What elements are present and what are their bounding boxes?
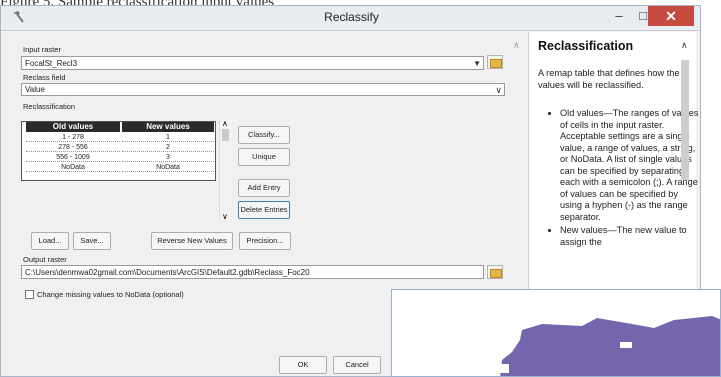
input-raster-field[interactable]: FocalSt_Recl3 ▼ <box>21 56 484 70</box>
delete-entries-button[interactable]: Delete Entries <box>238 201 290 219</box>
precision-button[interactable]: Precision... <box>239 232 291 250</box>
reclass-field-label: Reclass field <box>23 73 66 82</box>
save-button[interactable]: Save... <box>73 232 111 250</box>
missing-values-checkbox[interactable] <box>25 290 34 299</box>
input-raster-value: FocalSt_Recl3 <box>25 59 78 68</box>
table-cell-new[interactable]: NoData <box>122 163 214 172</box>
ok-button[interactable]: OK <box>279 356 327 374</box>
help-intro: A remap table that defines how the value… <box>538 68 680 90</box>
unique-button[interactable]: Unique <box>238 148 290 166</box>
table-cell-new[interactable]: 1 <box>122 133 214 142</box>
reverse-new-values-button[interactable]: Reverse New Values <box>151 232 233 250</box>
column-header-new: New values <box>122 122 214 132</box>
table-cell-old[interactable]: 1 - 278 <box>26 133 120 142</box>
output-raster-label: Output raster <box>23 255 67 264</box>
minimize-icon: – <box>615 8 623 23</box>
table-cell-old[interactable]: 278 - 556 <box>26 143 120 152</box>
chevron-up-icon[interactable]: ∧ <box>513 40 520 51</box>
output-raster-value: C:\Users\denmwa02gmail.com\Documents\Arc… <box>25 268 310 277</box>
input-raster-label: Input raster <box>23 45 61 54</box>
reclass-field-select[interactable]: Value ∨ <box>21 83 505 96</box>
chevron-down-icon[interactable]: ▼ <box>473 57 481 69</box>
chevron-down-icon[interactable]: ∨ <box>495 84 502 95</box>
column-header-old: Old values <box>26 122 120 132</box>
classify-button[interactable]: Classify... <box>238 126 290 144</box>
folder-icon <box>490 59 502 68</box>
reclass-field-value: Value <box>25 85 45 94</box>
table-cell-new[interactable]: 3 <box>122 153 214 162</box>
table-cell-old[interactable]: 556 - 1009 <box>26 153 120 162</box>
title-bar[interactable]: Reclassify – □ ✕ <box>1 6 700 31</box>
table-cell-old[interactable]: NoData <box>26 163 120 172</box>
reclassification-table[interactable]: Old values New values 1 - 278 1 278 - 55… <box>21 121 216 181</box>
output-raster-field[interactable]: C:\Users\denmwa02gmail.com\Documents\Arc… <box>21 265 484 279</box>
cancel-button[interactable]: Cancel <box>333 356 381 374</box>
help-title: Reclassification <box>538 39 634 53</box>
input-raster-browse-button[interactable] <box>487 55 503 69</box>
chevron-down-icon[interactable]: ∨ <box>222 212 228 221</box>
load-button[interactable]: Load... <box>31 232 69 250</box>
close-icon: ✕ <box>665 8 677 24</box>
maximize-icon: □ <box>639 8 647 23</box>
add-entry-button[interactable]: Add Entry <box>238 179 290 197</box>
chevron-up-icon[interactable]: ∧ <box>222 119 228 128</box>
output-raster-browse-button[interactable] <box>487 265 503 279</box>
chevron-up-icon[interactable]: ∧ <box>681 40 688 51</box>
missing-values-label: Change missing values to NoData (optiona… <box>37 290 184 299</box>
reclassification-label: Reclassification <box>23 102 76 111</box>
table-scrollbar[interactable]: ∧ ∨ <box>219 119 231 221</box>
scroll-thumb[interactable] <box>222 129 229 141</box>
close-button[interactable]: ✕ <box>648 6 694 26</box>
table-cell-new[interactable]: 2 <box>122 143 214 152</box>
scroll-thumb[interactable] <box>681 60 689 180</box>
map-preview <box>391 289 721 377</box>
window-title: Reclassify <box>324 10 379 24</box>
folder-icon <box>490 269 502 278</box>
reclass-region-shape <box>500 316 720 376</box>
